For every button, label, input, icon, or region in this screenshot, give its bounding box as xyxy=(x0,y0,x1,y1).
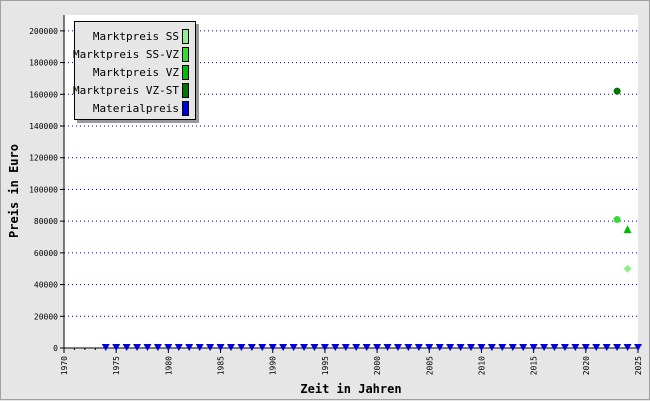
legend-swatch-icon xyxy=(182,83,189,98)
point-marktpreis-ss-vz xyxy=(613,216,621,224)
y-ticks: 0 20000 40000 60000 80000 100000 120000 140000 1… xyxy=(29,27,64,353)
x-ticks: 1970 1975 1980 1985 1990 1995 2000 2005 2010 2015… xyxy=(60,348,643,375)
legend-item-marktpreis-vz: Marktpreis VZ xyxy=(75,65,189,81)
legend-item-materialpreis: Materialpreis xyxy=(75,101,189,117)
legend-label: Marktpreis SS-VZ xyxy=(73,48,179,61)
x-tick-label: 1985 xyxy=(217,356,226,375)
x-tick-label: 2005 xyxy=(425,356,434,375)
y-tick-label: 40000 xyxy=(34,281,58,290)
x-axis-title: Zeit in Jahren xyxy=(300,382,401,396)
x-tick-label: 2015 xyxy=(530,356,539,375)
y-tick-label: 160000 xyxy=(29,90,58,99)
y-tick-label: 200000 xyxy=(29,27,58,36)
x-tick-label: 2010 xyxy=(477,356,486,375)
point-marktpreis-vz-st xyxy=(613,87,621,95)
y-tick-label: 180000 xyxy=(29,59,58,68)
x-tick-label: 1995 xyxy=(321,356,330,375)
legend-swatch-icon xyxy=(182,101,189,116)
y-tick-label: 60000 xyxy=(34,249,58,258)
y-tick-label: 0 xyxy=(53,344,58,353)
y-tick-label: 80000 xyxy=(34,217,58,226)
legend-item-marktpreis-ss: Marktpreis SS xyxy=(75,29,189,45)
chart-frame: 0 20000 40000 60000 80000 100000 120000 140000 1… xyxy=(0,0,650,400)
legend-label: Marktpreis VZ-ST xyxy=(73,84,179,97)
legend-swatch-icon xyxy=(182,47,189,62)
x-tick-label: 1990 xyxy=(269,356,278,375)
x-tick-label: 2000 xyxy=(373,356,382,375)
legend-item-marktpreis-ss-vz: Marktpreis SS-VZ xyxy=(73,47,189,63)
y-tick-label: 20000 xyxy=(34,312,58,321)
x-tick-label: 2020 xyxy=(582,356,591,375)
x-tick-label: 1975 xyxy=(112,356,121,375)
y-tick-label: 120000 xyxy=(29,154,58,163)
y-axis-title: Preis in Euro xyxy=(7,144,21,238)
y-tick-label: 140000 xyxy=(29,122,58,131)
legend-swatch-icon xyxy=(182,29,189,44)
legend-swatch-icon xyxy=(182,65,189,80)
legend: Marktpreis SS Marktpreis SS-VZ Marktprei… xyxy=(73,21,196,120)
x-tick-label: 1970 xyxy=(60,356,69,375)
x-tick-label: 2025 xyxy=(634,356,643,375)
legend-label: Marktpreis SS xyxy=(92,30,179,43)
x-tick-label: 1980 xyxy=(164,356,173,375)
legend-label: Marktpreis VZ xyxy=(92,66,179,79)
legend-label: Materialpreis xyxy=(92,102,179,115)
legend-item-marktpreis-vz-st: Marktpreis VZ-ST xyxy=(73,83,189,99)
y-tick-label: 100000 xyxy=(29,185,58,194)
